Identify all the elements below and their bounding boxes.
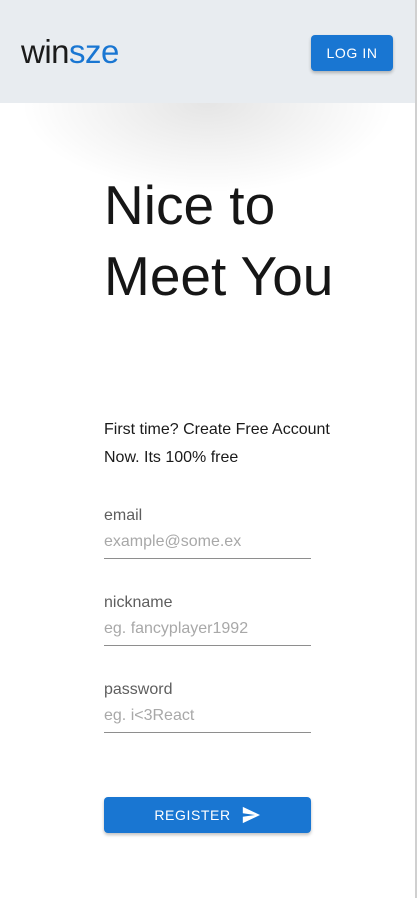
page: winsze LOG IN Nice to Meet You First tim… — [0, 0, 417, 898]
logo-text-sze: sze — [69, 33, 119, 70]
logo-text-win: win — [21, 33, 70, 70]
nickname-field-group: nickname — [104, 593, 311, 646]
login-button[interactable]: LOG IN — [311, 35, 393, 71]
register-button-label: REGISTER — [154, 807, 231, 823]
email-input[interactable] — [104, 532, 311, 559]
brand-logo[interactable]: winsze — [21, 31, 119, 73]
nickname-input[interactable] — [104, 619, 311, 646]
email-label: email — [104, 507, 143, 524]
page-title: Nice to Meet You — [104, 174, 334, 307]
page-subtitle: First time? Create Free Account Now. Its… — [104, 421, 330, 466]
password-label: password — [104, 681, 173, 698]
send-icon — [241, 806, 261, 824]
nickname-label: nickname — [104, 594, 173, 611]
password-field-group: password — [104, 680, 311, 733]
password-input[interactable] — [104, 706, 311, 733]
register-button[interactable]: REGISTER — [104, 797, 311, 833]
app-bar: winsze LOG IN — [0, 0, 415, 103]
email-field-group: email — [104, 506, 311, 559]
